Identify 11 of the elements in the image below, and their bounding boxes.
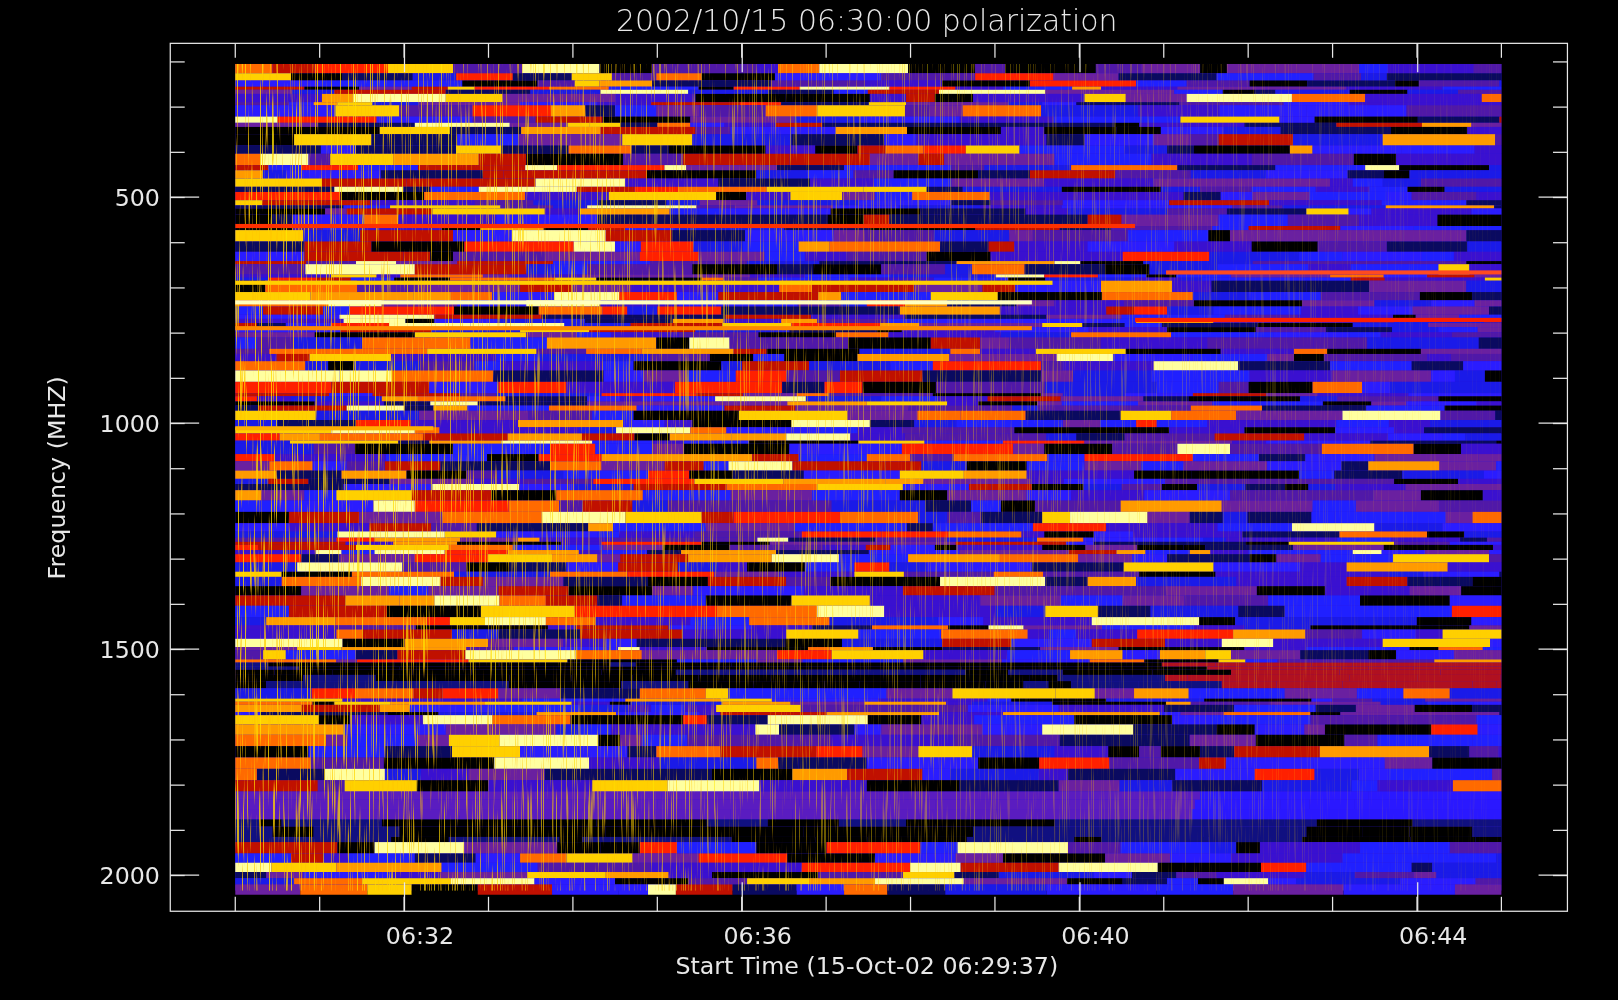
tick-label: 06:32 (385, 922, 455, 951)
axis-label: Frequency (MHZ) (43, 376, 71, 580)
tick-label: 500 (114, 184, 160, 213)
tick-label: 1000 (99, 410, 160, 439)
tick-label: 2000 (99, 862, 160, 891)
tick-label: 06:36 (723, 922, 792, 951)
tick-label: 06:40 (1061, 922, 1130, 951)
tick-label: 06:44 (1399, 922, 1468, 951)
plot-title: 2002/10/15 06:30:00 polarization (616, 2, 1118, 38)
tick-label: 1500 (99, 636, 160, 665)
axis-label: Start Time (15-Oct-02 06:29:37) (675, 952, 1059, 981)
